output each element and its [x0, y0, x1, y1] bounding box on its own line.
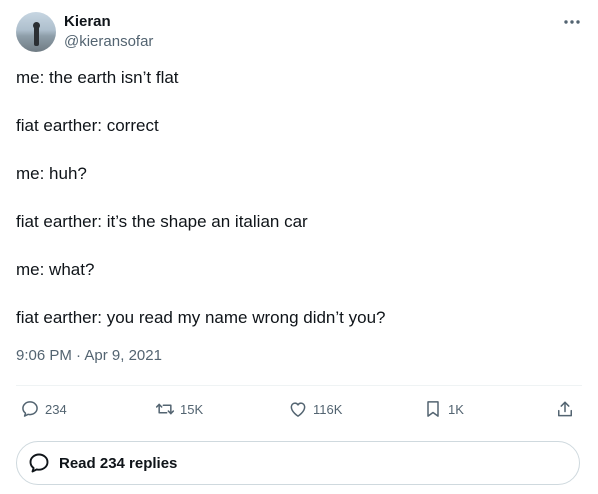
heart-icon	[290, 402, 306, 417]
share-icon	[558, 401, 572, 417]
tweet-text-line: fiat earther: correct	[16, 116, 159, 135]
speech-bubble-icon	[22, 401, 38, 417]
repost-count: 15K	[180, 401, 204, 417]
read-replies-button[interactable]: Read 234 replies	[16, 441, 580, 485]
tweet-date-link[interactable]: Apr 9, 2021	[84, 347, 162, 364]
share-button[interactable]	[555, 397, 575, 421]
more-dots-icon	[564, 20, 580, 24]
avatar[interactable]	[16, 12, 56, 52]
like-count: 116K	[313, 401, 343, 417]
repost-icon	[155, 403, 175, 415]
reply-button[interactable]: 234	[20, 397, 67, 421]
repost-button[interactable]: 15K	[155, 397, 203, 421]
tweet-text-line: fiat earther: it’s the shape an italian …	[16, 212, 308, 231]
reply-count: 234	[45, 401, 67, 417]
tweet-text-line: me: huh?	[16, 164, 87, 183]
tweet-text-line: me: what?	[16, 260, 95, 279]
tweet-card: Kieran @kieransofar me: the earth isn’t …	[0, 0, 598, 494]
tweet-text-line: fiat earther: you read my name wrong did…	[16, 308, 386, 327]
bookmark-count: 1K	[448, 401, 464, 417]
divider	[16, 385, 582, 386]
tweet-timestamp: 9:06 PM · Apr 9, 2021	[16, 346, 162, 366]
like-button[interactable]: 116K	[288, 397, 342, 421]
tweet-text-line: me: the earth isn’t flat	[16, 68, 179, 87]
meta-separator: ·	[71, 347, 85, 364]
read-replies-label: Read 234 replies	[59, 454, 178, 472]
bookmark-icon	[427, 401, 439, 417]
bookmark-button[interactable]: 1K	[423, 397, 464, 421]
avatar-figure-body	[34, 26, 39, 46]
speech-bubble-icon	[29, 453, 49, 473]
author-name[interactable]: Kieran	[64, 13, 111, 31]
more-button[interactable]	[558, 12, 586, 32]
tweet-time-link[interactable]: 9:06 PM	[16, 347, 72, 364]
author-handle[interactable]: @kieransofar	[64, 33, 153, 51]
